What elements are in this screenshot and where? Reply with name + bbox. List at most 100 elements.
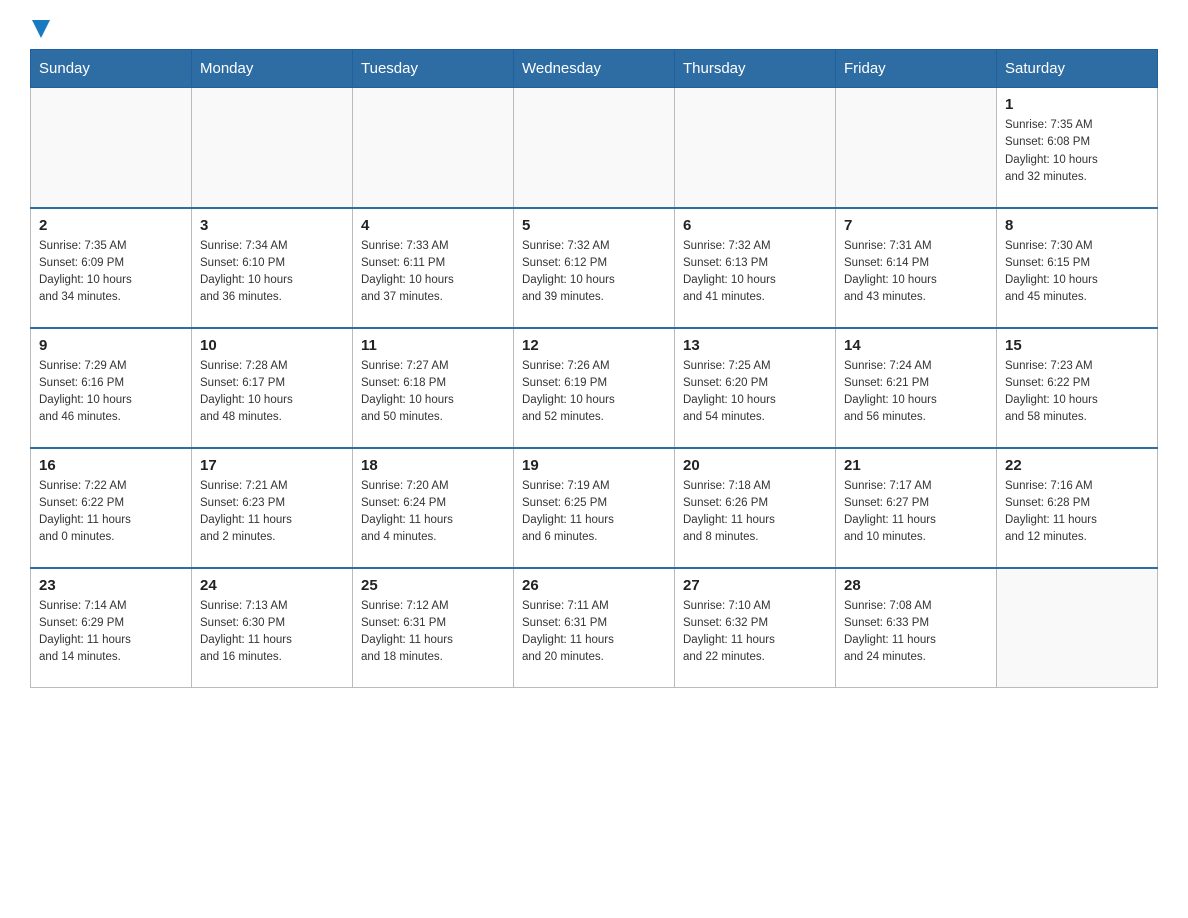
- day-number: 23: [39, 577, 183, 594]
- day-number: 21: [844, 457, 988, 474]
- weekday-header-monday: Monday: [192, 50, 353, 88]
- calendar-cell: 5 Sunrise: 7:32 AM Sunset: 6:12 PM Daylig…: [514, 208, 675, 328]
- day-info: Sunrise: 7:21 AM Sunset: 6:23 PM Dayligh…: [200, 478, 344, 547]
- day-number: 14: [844, 337, 988, 354]
- weekday-header-row: SundayMondayTuesdayWednesdayThursdayFrid…: [31, 50, 1158, 88]
- calendar-cell: 24 Sunrise: 7:13 AM Sunset: 6:30 PM Dayli…: [192, 568, 353, 688]
- day-info: Sunrise: 7:29 AM Sunset: 6:16 PM Dayligh…: [39, 358, 183, 427]
- calendar-cell: 19 Sunrise: 7:19 AM Sunset: 6:25 PM Dayli…: [514, 448, 675, 568]
- calendar-cell: 4Sunrise: 7:33 AM Sunset: 6:11 PM Daylig…: [353, 208, 514, 328]
- day-number: 1: [1005, 96, 1149, 113]
- day-number: 24: [200, 577, 344, 594]
- day-info: Sunrise: 7:24 AM Sunset: 6:21 PM Dayligh…: [844, 358, 988, 427]
- day-info: Sunrise: 7:10 AM Sunset: 6:32 PM Dayligh…: [683, 598, 827, 667]
- calendar-cell: 14 Sunrise: 7:24 AM Sunset: 6:21 PM Dayli…: [836, 328, 997, 448]
- day-info: Sunrise: 7:17 AM Sunset: 6:27 PM Dayligh…: [844, 478, 988, 547]
- calendar-cell: [836, 88, 997, 208]
- day-info: Sunrise: 7:08 AM Sunset: 6:33 PM Dayligh…: [844, 598, 988, 667]
- calendar-week-row: 16 Sunrise: 7:22 AM Sunset: 6:22 PM Dayli…: [31, 448, 1158, 568]
- calendar-cell: 1 Sunrise: 7:35 AM Sunset: 6:08 PM Daylig…: [997, 88, 1158, 208]
- calendar-table: SundayMondayTuesdayWednesdayThursdayFrid…: [30, 49, 1158, 688]
- weekday-header-thursday: Thursday: [675, 50, 836, 88]
- day-info: Sunrise: 7:33 AM Sunset: 6:11 PM Dayligh…: [361, 238, 505, 307]
- day-info: Sunrise: 7:26 AM Sunset: 6:19 PM Dayligh…: [522, 358, 666, 427]
- day-number: 27: [683, 577, 827, 594]
- calendar-cell: [514, 88, 675, 208]
- day-info: Sunrise: 7:32 AM Sunset: 6:13 PM Dayligh…: [683, 238, 827, 307]
- day-number: 18: [361, 457, 505, 474]
- weekday-header-tuesday: Tuesday: [353, 50, 514, 88]
- calendar-cell: 23 Sunrise: 7:14 AM Sunset: 6:29 PM Dayli…: [31, 568, 192, 688]
- day-number: 26: [522, 577, 666, 594]
- day-number: 28: [844, 577, 988, 594]
- day-number: 3: [200, 217, 344, 234]
- calendar-cell: 13 Sunrise: 7:25 AM Sunset: 6:20 PM Dayli…: [675, 328, 836, 448]
- day-number: 22: [1005, 457, 1149, 474]
- logo-arrow-icon: [32, 20, 50, 38]
- day-info: Sunrise: 7:34 AM Sunset: 6:10 PM Dayligh…: [200, 238, 344, 307]
- calendar-cell: 28 Sunrise: 7:08 AM Sunset: 6:33 PM Dayli…: [836, 568, 997, 688]
- day-info: Sunrise: 7:35 AM Sunset: 6:08 PM Dayligh…: [1005, 117, 1149, 186]
- calendar-cell: 17 Sunrise: 7:21 AM Sunset: 6:23 PM Dayli…: [192, 448, 353, 568]
- day-info: Sunrise: 7:14 AM Sunset: 6:29 PM Dayligh…: [39, 598, 183, 667]
- day-info: Sunrise: 7:28 AM Sunset: 6:17 PM Dayligh…: [200, 358, 344, 427]
- day-info: Sunrise: 7:22 AM Sunset: 6:22 PM Dayligh…: [39, 478, 183, 547]
- calendar-cell: 18 Sunrise: 7:20 AM Sunset: 6:24 PM Dayli…: [353, 448, 514, 568]
- calendar-cell: 20 Sunrise: 7:18 AM Sunset: 6:26 PM Dayli…: [675, 448, 836, 568]
- weekday-header-wednesday: Wednesday: [514, 50, 675, 88]
- calendar-cell: 15 Sunrise: 7:23 AM Sunset: 6:22 PM Dayli…: [997, 328, 1158, 448]
- day-number: 11: [361, 337, 505, 354]
- calendar-cell: 27 Sunrise: 7:10 AM Sunset: 6:32 PM Dayli…: [675, 568, 836, 688]
- day-number: 19: [522, 457, 666, 474]
- day-info: Sunrise: 7:13 AM Sunset: 6:30 PM Dayligh…: [200, 598, 344, 667]
- day-number: 10: [200, 337, 344, 354]
- calendar-week-row: 2 Sunrise: 7:35 AM Sunset: 6:09 PM Daylig…: [31, 208, 1158, 328]
- day-info: Sunrise: 7:16 AM Sunset: 6:28 PM Dayligh…: [1005, 478, 1149, 547]
- day-info: Sunrise: 7:27 AM Sunset: 6:18 PM Dayligh…: [361, 358, 505, 427]
- day-number: 2: [39, 217, 183, 234]
- page-header: [30, 20, 1158, 39]
- day-info: Sunrise: 7:32 AM Sunset: 6:12 PM Dayligh…: [522, 238, 666, 307]
- calendar-cell: 21 Sunrise: 7:17 AM Sunset: 6:27 PM Dayli…: [836, 448, 997, 568]
- day-number: 7: [844, 217, 988, 234]
- calendar-cell: 26 Sunrise: 7:11 AM Sunset: 6:31 PM Dayli…: [514, 568, 675, 688]
- day-info: Sunrise: 7:25 AM Sunset: 6:20 PM Dayligh…: [683, 358, 827, 427]
- day-info: Sunrise: 7:35 AM Sunset: 6:09 PM Dayligh…: [39, 238, 183, 307]
- day-number: 13: [683, 337, 827, 354]
- day-info: Sunrise: 7:23 AM Sunset: 6:22 PM Dayligh…: [1005, 358, 1149, 427]
- calendar-week-row: 9 Sunrise: 7:29 AM Sunset: 6:16 PM Daylig…: [31, 328, 1158, 448]
- day-number: 17: [200, 457, 344, 474]
- calendar-cell: 9 Sunrise: 7:29 AM Sunset: 6:16 PM Daylig…: [31, 328, 192, 448]
- calendar-cell: [31, 88, 192, 208]
- day-info: Sunrise: 7:12 AM Sunset: 6:31 PM Dayligh…: [361, 598, 505, 667]
- day-number: 15: [1005, 337, 1149, 354]
- calendar-cell: 2 Sunrise: 7:35 AM Sunset: 6:09 PM Daylig…: [31, 208, 192, 328]
- calendar-cell: [353, 88, 514, 208]
- day-info: Sunrise: 7:30 AM Sunset: 6:15 PM Dayligh…: [1005, 238, 1149, 307]
- calendar-cell: 3 Sunrise: 7:34 AM Sunset: 6:10 PM Daylig…: [192, 208, 353, 328]
- day-info: Sunrise: 7:18 AM Sunset: 6:26 PM Dayligh…: [683, 478, 827, 547]
- logo: [30, 20, 50, 39]
- day-info: Sunrise: 7:20 AM Sunset: 6:24 PM Dayligh…: [361, 478, 505, 547]
- day-number: 16: [39, 457, 183, 474]
- weekday-header-friday: Friday: [836, 50, 997, 88]
- day-info: Sunrise: 7:31 AM Sunset: 6:14 PM Dayligh…: [844, 238, 988, 307]
- day-number: 8: [1005, 217, 1149, 234]
- calendar-week-row: 23 Sunrise: 7:14 AM Sunset: 6:29 PM Dayli…: [31, 568, 1158, 688]
- day-info: Sunrise: 7:11 AM Sunset: 6:31 PM Dayligh…: [522, 598, 666, 667]
- weekday-header-saturday: Saturday: [997, 50, 1158, 88]
- calendar-cell: 7 Sunrise: 7:31 AM Sunset: 6:14 PM Daylig…: [836, 208, 997, 328]
- day-number: 20: [683, 457, 827, 474]
- calendar-cell: 22 Sunrise: 7:16 AM Sunset: 6:28 PM Dayli…: [997, 448, 1158, 568]
- day-number: 6: [683, 217, 827, 234]
- day-number: 25: [361, 577, 505, 594]
- day-number: 12: [522, 337, 666, 354]
- day-number: 5: [522, 217, 666, 234]
- day-info: Sunrise: 7:19 AM Sunset: 6:25 PM Dayligh…: [522, 478, 666, 547]
- calendar-cell: 25 Sunrise: 7:12 AM Sunset: 6:31 PM Dayli…: [353, 568, 514, 688]
- day-number: 9: [39, 337, 183, 354]
- weekday-header-sunday: Sunday: [31, 50, 192, 88]
- calendar-cell: 10 Sunrise: 7:28 AM Sunset: 6:17 PM Dayli…: [192, 328, 353, 448]
- calendar-cell: 16 Sunrise: 7:22 AM Sunset: 6:22 PM Dayli…: [31, 448, 192, 568]
- calendar-cell: [675, 88, 836, 208]
